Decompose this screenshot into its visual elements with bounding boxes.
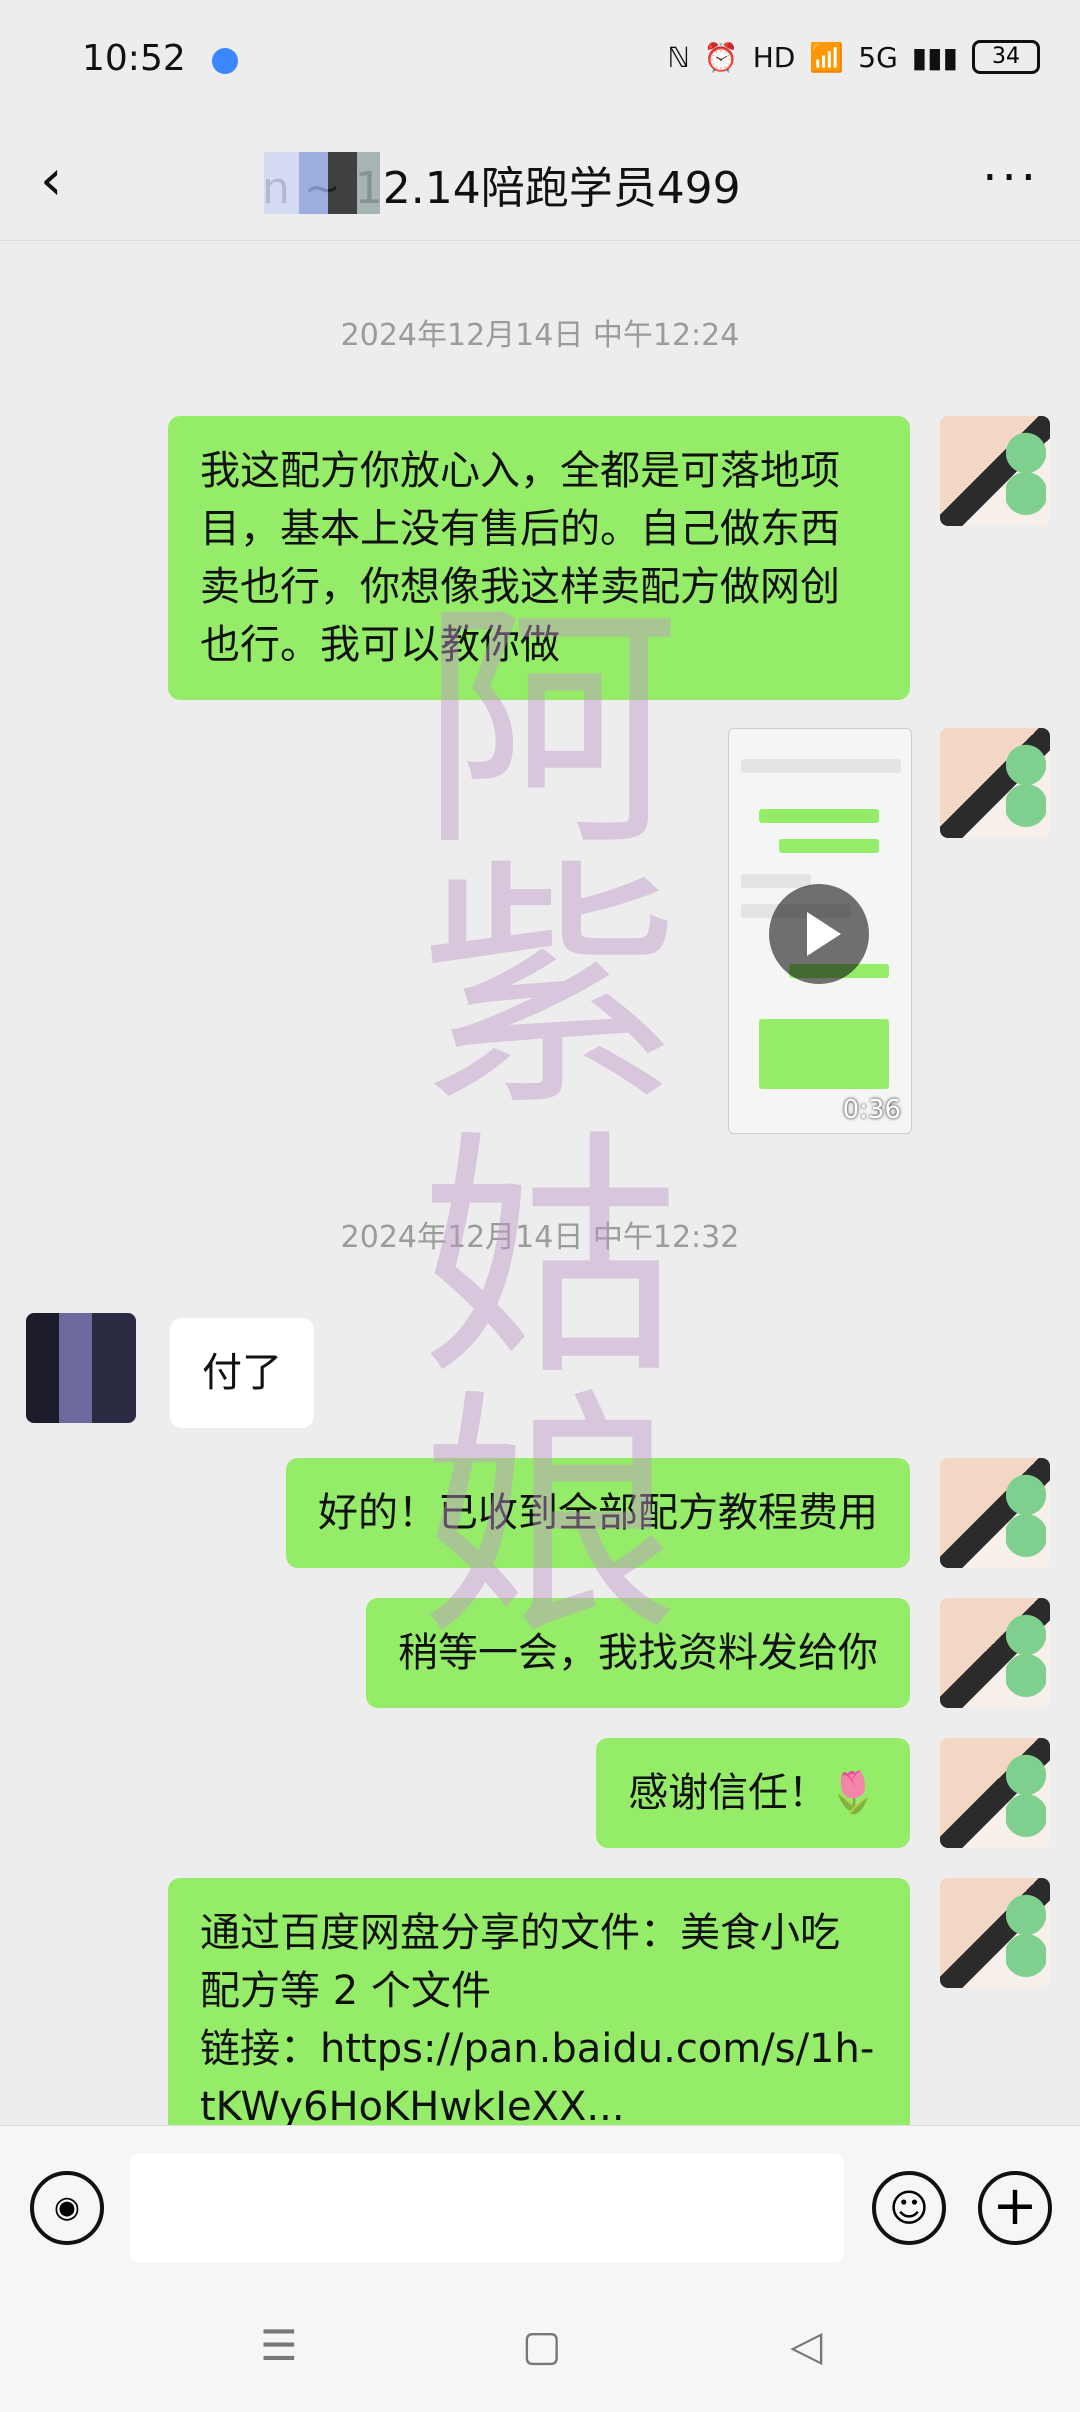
timestamp: 2024年12月14日 中午12:32 [340,1220,740,1255]
wifi-icon: 📶 [809,40,845,74]
avatar [264,152,380,214]
message-list[interactable]: 2024年12月14日 中午12:24 我这配方你放心入，全都是可落地项目，基本… [0,240,1080,2125]
5g-icon: 5G [858,40,898,74]
alarm-icon: ⏰ [703,40,739,74]
back-icon[interactable]: ◁ [790,2321,822,2370]
status-icons: ℕ ⏰ HD 📶 5G ▮▮▮ 34 [667,40,1040,74]
emoji-icon[interactable]: ☺ [872,2171,946,2245]
chat-header: ‹ n ~ 12.14陪跑学员499 ··· [0,124,1080,241]
play-icon[interactable] [769,884,869,984]
avatar[interactable] [940,1458,1050,1568]
system-nav-bar: ☰ ▢ ◁ [0,2287,1080,2412]
battery-icon: 34 [972,40,1040,74]
nfc-icon: ℕ [667,40,690,74]
avatar[interactable] [940,1738,1050,1848]
avatar[interactable] [940,416,1050,526]
avatar[interactable] [940,1878,1050,1988]
plus-icon[interactable]: + [978,2171,1052,2245]
menu-icon[interactable]: ☰ [260,2321,298,2370]
watermark: 姑 [420,1109,680,1411]
message-bubble[interactable]: 我这配方你放心入，全都是可落地项目，基本上没有售后的。自己做东西卖也行，你想像我… [168,416,910,700]
more-icon[interactable]: ··· [982,150,1040,206]
chevron-left-icon[interactable]: ‹ [40,148,62,213]
message-bubble[interactable]: 稍等一会，我找资料发给你 [366,1598,910,1708]
avatar[interactable] [26,1313,136,1423]
home-icon[interactable]: ▢ [522,2321,562,2370]
app-notification-icon [212,48,238,74]
video-message[interactable]: 0:36 [728,728,912,1134]
avatar[interactable] [940,728,1050,838]
input-bar: ◉ ☺ + [0,2125,1080,2288]
video-duration: 0:36 [842,1095,901,1125]
avatar[interactable] [940,1598,1050,1708]
status-bar: 10:52 ℕ ⏰ HD 📶 5G ▮▮▮ 34 [0,0,1080,124]
watermark: 紫 [420,839,680,1141]
timestamp: 2024年12月14日 中午12:24 [340,318,740,353]
message-bubble[interactable]: 好的！已收到全部配方教程费用 [286,1458,910,1568]
message-bubble[interactable]: 通过百度网盘分享的文件：美食小吃配方等 2 个文件 链接：https://pan… [168,1878,910,2125]
message-input[interactable] [130,2154,844,2262]
hd-icon: HD [752,40,796,74]
message-bubble[interactable]: 感谢信任！🌷 [596,1738,910,1848]
signal-icon: ▮▮▮ [911,40,958,74]
voice-icon[interactable]: ◉ [30,2171,104,2245]
message-bubble[interactable]: 付了 [170,1318,314,1428]
status-time: 10:52 [82,38,186,79]
